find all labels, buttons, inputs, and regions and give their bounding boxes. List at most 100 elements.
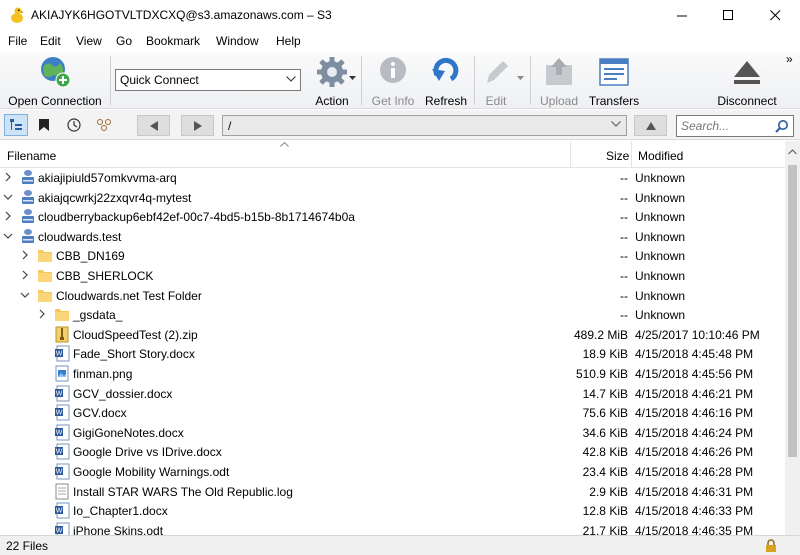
file-size: 12.8 KiB	[582, 504, 628, 519]
bonjour-view-button[interactable]	[92, 114, 116, 136]
file-row[interactable]: W Io_Chapter1.docx 12.8 KiB 4/15/2018 4:46:…	[0, 501, 785, 521]
word-document-icon: W	[55, 502, 70, 519]
bookmarks-view-button[interactable]	[32, 114, 56, 136]
file-row[interactable]: CBB_DN169 -- Unknown	[0, 246, 785, 266]
forward-arrow-icon	[193, 120, 202, 131]
file-row[interactable]: W GCV_dossier.docx 14.7 KiB 4/15/2018 4:46:…	[0, 384, 785, 404]
chevron-down-icon[interactable]	[3, 231, 13, 241]
refresh-button[interactable]: Refresh	[422, 52, 470, 109]
upload-button[interactable]: Upload	[536, 52, 582, 109]
file-row[interactable]: W Google Drive vs IDrive.docx 42.8 KiB 4/15…	[0, 442, 785, 462]
file-row[interactable]: cloudberrybackup6ebf42ef-00c7-4bd5-b15b-…	[0, 207, 785, 227]
maximize-button[interactable]	[705, 0, 751, 31]
file-name: Install STAR WARS The Old Republic.log	[73, 484, 293, 499]
file-name: cloudberrybackup6ebf42ef-00c7-4bd5-b15b-…	[38, 210, 355, 225]
file-name: finman.png	[73, 367, 133, 381]
file-name: Fade_Short Story.docx	[73, 347, 195, 362]
eject-icon	[734, 61, 760, 84]
file-row[interactable]: cloudwards.test -- Unknown	[0, 227, 785, 247]
column-modified[interactable]: Modified	[638, 149, 683, 163]
globe-plus-icon	[41, 57, 71, 88]
file-modified: 4/15/2018 4:46:31 PM	[635, 484, 754, 499]
search-input[interactable]: Search...	[676, 115, 794, 137]
file-row[interactable]: W Fade_Short Story.docx 18.9 KiB 4/15/2018 …	[0, 344, 785, 364]
chevron-right-icon[interactable]	[20, 250, 30, 260]
history-view-button[interactable]	[62, 114, 86, 136]
file-size: 34.6 KiB	[582, 425, 628, 440]
disconnect-button[interactable]: Disconnect	[710, 52, 784, 109]
close-button[interactable]	[752, 0, 798, 31]
chevron-down-icon[interactable]	[20, 290, 30, 300]
file-modified: 4/15/2018 4:45:56 PM	[635, 367, 754, 381]
file-size: --	[620, 308, 628, 323]
file-count: 22 Files	[6, 539, 49, 553]
forward-button[interactable]	[181, 115, 214, 136]
menu-file[interactable]: File	[8, 31, 27, 48]
file-row[interactable]: W GigiGoneNotes.docx 34.6 KiB 4/15/2018 4:4…	[0, 423, 785, 443]
menu-help[interactable]: Help	[276, 31, 301, 48]
file-row[interactable]: _gsdata_ -- Unknown	[0, 305, 785, 325]
minimize-button[interactable]	[659, 0, 705, 31]
menu-go[interactable]: Go	[116, 31, 132, 48]
menu-window[interactable]: Window	[216, 31, 259, 48]
column-size[interactable]: Size	[606, 149, 629, 163]
file-row[interactable]: CloudSpeedTest (2).zip 489.2 MiB 4/25/2017…	[0, 325, 785, 345]
file-modified: 4/15/2018 4:46:21 PM	[635, 386, 754, 401]
column-divider[interactable]	[570, 141, 571, 168]
file-row[interactable]: W GCV.docx 75.6 KiB 4/15/2018 4:46:16 PM	[0, 403, 785, 423]
file-name: akiajipiuld57omkvvma-arq	[38, 171, 177, 185]
path-value: /	[228, 119, 232, 133]
refresh-icon	[432, 57, 459, 82]
file-size: 510.9 KiB	[575, 367, 628, 381]
zip-file-icon	[55, 326, 69, 343]
column-filename[interactable]: Filename	[7, 149, 56, 163]
file-name: Io_Chapter1.docx	[73, 504, 168, 519]
get-info-button[interactable]: Get Info	[366, 52, 420, 109]
file-name: CBB_SHERLOCK	[56, 269, 154, 283]
file-row[interactable]: Cloudwards.net Test Folder -- Unknown	[0, 286, 785, 306]
menu-edit[interactable]: Edit	[40, 31, 61, 48]
file-name: GCV.docx	[73, 406, 127, 421]
vertical-scrollbar[interactable]	[785, 141, 800, 535]
open-connection-button[interactable]: Open Connection	[4, 52, 106, 109]
browser-view-button[interactable]	[4, 114, 28, 136]
file-modified: 4/25/2017 10:10:46 PM	[635, 327, 760, 342]
toolbar-overflow-chevron[interactable]: »	[786, 52, 793, 66]
file-row[interactable]: akiajqcwrkj22zxqvr4q-mytest -- Unknown	[0, 188, 785, 208]
toolbar-separator	[110, 56, 111, 105]
path-dropdown[interactable]: /	[222, 115, 627, 136]
file-name: CBB_DN169	[56, 249, 125, 264]
quick-connect-dropdown[interactable]: Quick Connect	[115, 69, 301, 91]
file-row[interactable]: finman.png 510.9 KiB 4/15/2018 4:45:56 PM	[0, 364, 785, 384]
file-row[interactable]: WiPhone Skins.odt 21.7 KiB 4/15/2018 4:46:…	[0, 521, 785, 535]
chevron-right-icon[interactable]	[20, 270, 30, 280]
menu-bookmark[interactable]: Bookmark	[146, 31, 200, 48]
open-connection-label: Open Connection	[8, 94, 102, 108]
file-modified: Unknown	[635, 171, 686, 185]
file-row[interactable]: W Google Mobility Warnings.odt 23.4 KiB 4/1…	[0, 462, 785, 482]
file-browser-list: akiajipiuld57omkvvma-arq -- Unknown akiajqc…	[0, 168, 785, 535]
chevron-right-icon[interactable]	[3, 211, 13, 221]
file-row[interactable]: akiajipiuld57omkvvma-arq -- Unknown	[0, 168, 785, 188]
word-document-icon: W	[55, 443, 70, 460]
bucket-icon	[22, 228, 34, 243]
file-row[interactable]: Install STAR WARS The Old Republic.log 2.…	[0, 482, 785, 502]
chevron-right-icon[interactable]	[3, 172, 13, 182]
parent-directory-button[interactable]	[634, 115, 667, 136]
word-document-icon: W	[55, 424, 70, 441]
chevron-down-icon[interactable]	[3, 192, 13, 202]
back-button[interactable]	[137, 115, 170, 136]
file-modified: 4/15/2018 4:46:35 PM	[635, 523, 754, 535]
menu-view[interactable]: View	[76, 31, 102, 48]
column-divider[interactable]	[631, 141, 632, 168]
word-document-icon: W	[55, 463, 70, 480]
status-bar: 22 Files	[0, 535, 800, 555]
edit-button[interactable]: Edit	[480, 52, 512, 109]
file-row[interactable]: CBB_SHERLOCK -- Unknown	[0, 266, 785, 286]
transfers-button[interactable]: Transfers	[588, 52, 640, 109]
scroll-up-icon[interactable]	[788, 149, 797, 155]
file-size: --	[620, 190, 628, 205]
svg-text:W: W	[56, 410, 63, 417]
scrollbar-thumb[interactable]	[788, 165, 797, 457]
chevron-right-icon[interactable]	[37, 309, 47, 319]
